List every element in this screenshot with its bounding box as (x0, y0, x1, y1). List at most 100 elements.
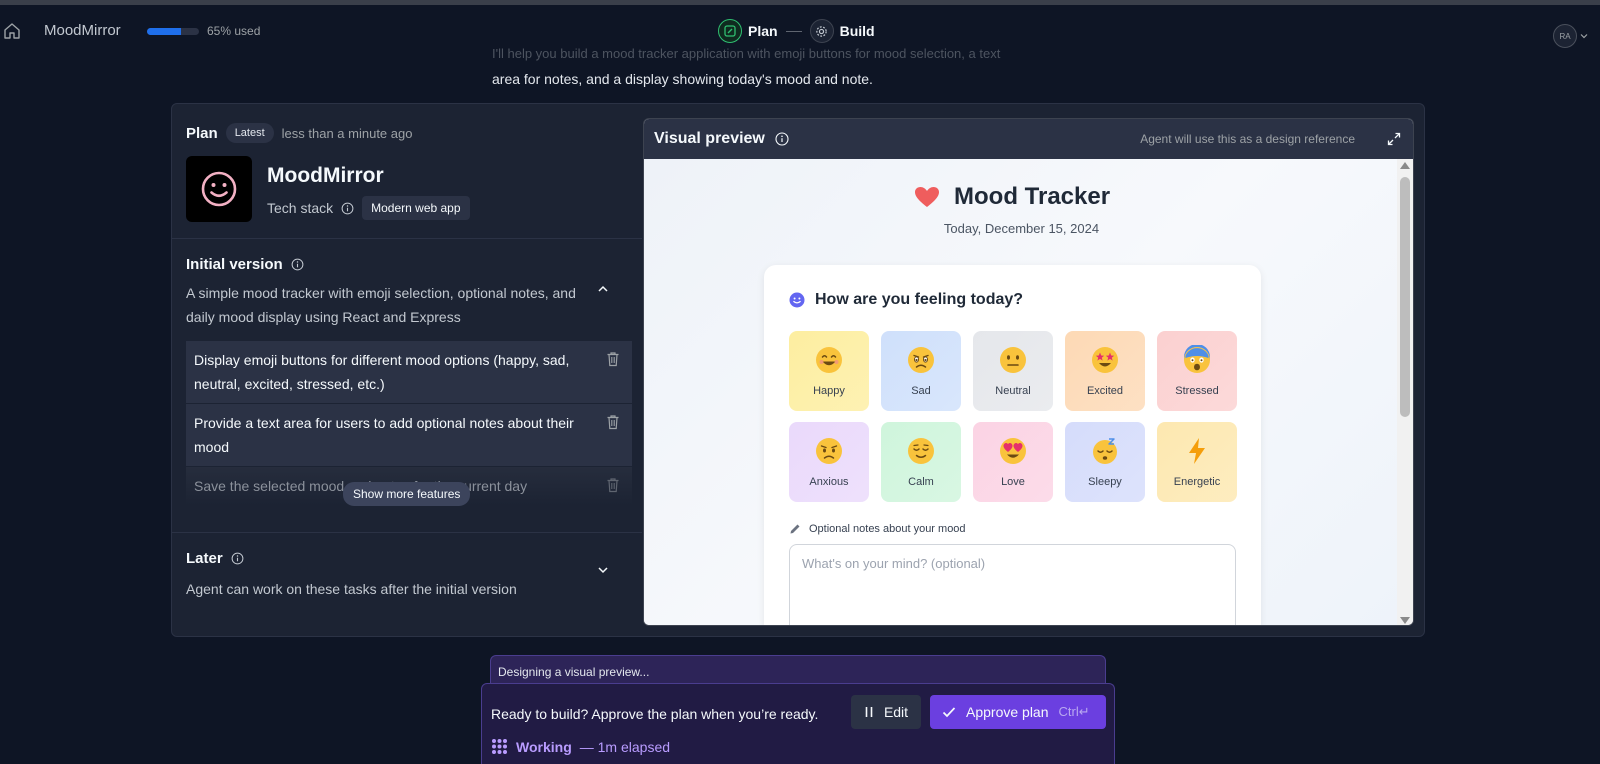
initial-version-title: Initial version (186, 256, 304, 273)
sad-face-icon (908, 347, 934, 373)
feature-text: Display emoji buttons for different mood… (194, 352, 570, 392)
smiley-icon (789, 292, 805, 308)
mood-button-calm[interactable]: Calm (881, 422, 961, 502)
chat-message: area for notes, and a display showing to… (492, 71, 873, 87)
mood-button-energetic[interactable]: Energetic (1157, 422, 1237, 502)
visual-preview-header: Visual preview Agent will use this as a … (644, 119, 1413, 159)
mood-question: How are you feeling today? (815, 291, 1024, 308)
preview-scrollbar[interactable] (1397, 159, 1413, 625)
happy-face-icon (816, 347, 842, 373)
mood-label: Calm (908, 476, 934, 488)
feature-item[interactable]: Display emoji buttons for different mood… (186, 341, 632, 404)
pencil-icon (790, 524, 800, 534)
scroll-thumb[interactable] (1400, 177, 1410, 417)
app-icon (186, 156, 252, 222)
preview-canvas: Mood Tracker Today, December 15, 2024 Ho… (644, 159, 1399, 625)
relieved-face-icon (908, 438, 934, 464)
mood-tracker-title: Mood Tracker (914, 183, 1110, 211)
mood-button-happy[interactable]: Happy (789, 331, 869, 411)
working-dots-icon (492, 739, 507, 754)
later-title: Later (186, 550, 244, 567)
show-more-features-button[interactable]: Show more features (343, 482, 471, 506)
avatar[interactable]: RA (1553, 24, 1577, 48)
mood-label: Happy (813, 385, 845, 397)
neutral-face-icon (1000, 347, 1026, 373)
chat-message-faded-line: I'll help you build a mood tracker appli… (492, 46, 1001, 61)
trash-icon[interactable] (606, 414, 620, 430)
mood-label: Excited (1086, 385, 1124, 397)
notes-textarea[interactable]: What's on your mind? (optional) (789, 544, 1236, 625)
trash-icon[interactable] (606, 351, 620, 367)
ready-prompt: Ready to build? Approve the plan when yo… (491, 706, 819, 722)
info-icon[interactable] (231, 552, 244, 565)
chevron-down-icon[interactable] (1580, 32, 1588, 40)
app-title: MoodMirror (267, 164, 384, 187)
notes-label-row: Optional notes about your mood (789, 523, 966, 535)
info-icon[interactable] (341, 202, 354, 215)
lightning-icon (1189, 438, 1205, 464)
visual-preview-title: Visual preview (654, 130, 765, 147)
initial-version-description: A simple mood tracker with emoji selecti… (186, 285, 576, 325)
step-build-label[interactable]: Build (840, 23, 875, 39)
heart-eyes-face-icon (1000, 438, 1026, 464)
mood-label: Sleepy (1088, 476, 1122, 488)
approve-label: Approve plan (966, 704, 1049, 720)
divider (172, 532, 642, 533)
scroll-up-arrow[interactable] (1400, 162, 1410, 169)
mood-button-sleepy[interactable]: Sleepy (1065, 422, 1145, 502)
mood-tracker-heading: Mood Tracker (954, 183, 1111, 210)
mood-button-love[interactable]: Love (973, 422, 1053, 502)
gear-icon[interactable] (809, 19, 834, 43)
usage-text: 65% used (207, 24, 261, 38)
trash-icon[interactable] (606, 477, 620, 493)
plan-header: Plan Latest less than a minute ago (186, 123, 412, 143)
mood-label: Anxious (809, 476, 849, 488)
edit-label: Edit (883, 704, 909, 720)
mood-button-stressed[interactable]: Stressed (1157, 331, 1237, 411)
working-elapsed: — 1m elapsed (579, 738, 671, 755)
mood-button-sad[interactable]: Sad (881, 331, 961, 411)
scroll-down-arrow[interactable] (1400, 617, 1410, 624)
info-icon[interactable] (775, 132, 789, 146)
tech-stack-label: Tech stack (267, 200, 334, 216)
heart-icon (915, 187, 939, 207)
design-reference-note: Agent will use this as a design referenc… (1140, 132, 1355, 146)
chevron-up-icon[interactable] (596, 282, 610, 296)
step-separator (785, 30, 802, 32)
notes-placeholder: What's on your mind? (optional) (802, 556, 986, 571)
expand-icon[interactable] (1387, 132, 1401, 146)
mood-button-neutral[interactable]: Neutral (973, 331, 1053, 411)
app-name[interactable]: MoodMirror (44, 22, 121, 39)
edit-button[interactable]: Edit (851, 695, 921, 729)
mood-button-excited[interactable]: Excited (1065, 331, 1145, 411)
tech-stack-badge[interactable]: Modern web app (362, 196, 470, 220)
notes-label: Optional notes about your mood (809, 523, 966, 535)
sleeping-face-icon (1093, 438, 1117, 464)
mood-label: Sad (911, 385, 931, 397)
usage-bar[interactable] (147, 28, 199, 35)
approve-plan-button[interactable]: Approve plan Ctrl↵ (930, 695, 1106, 729)
plan-build-steps: Plan Build (718, 18, 875, 44)
step-plan-label[interactable]: Plan (748, 23, 778, 39)
approve-shortcut: Ctrl↵ (1058, 704, 1090, 719)
home-icon[interactable] (3, 22, 21, 40)
chevron-down-icon[interactable] (596, 563, 610, 577)
latest-badge[interactable]: Latest (225, 123, 274, 143)
feature-text: Provide a text area for users to add opt… (194, 415, 574, 455)
mood-button-anxious[interactable]: Anxious (789, 422, 869, 502)
plan-title: Plan (186, 124, 218, 142)
usage-bar-fill (147, 28, 181, 35)
info-icon[interactable] (291, 258, 304, 271)
worried-face-icon (816, 438, 842, 464)
star-struck-face-icon (1092, 347, 1118, 373)
later-title-text: Later (186, 550, 223, 567)
mood-card: How are you feeling today? Happy Sad Neu… (764, 265, 1261, 625)
working-status: Working — 1m elapsed (491, 738, 670, 755)
visual-preview-panel: Visual preview Agent will use this as a … (643, 118, 1414, 626)
mood-grid: Happy Sad Neutral Excited Stressed Anxio… (789, 331, 1237, 502)
plan-timestamp: less than a minute ago (281, 125, 413, 141)
step-plan-icon[interactable] (718, 19, 742, 43)
feature-item[interactable]: Provide a text area for users to add opt… (186, 404, 632, 467)
today-date: Today, December 15, 2024 (943, 221, 1100, 236)
divider (172, 238, 642, 239)
